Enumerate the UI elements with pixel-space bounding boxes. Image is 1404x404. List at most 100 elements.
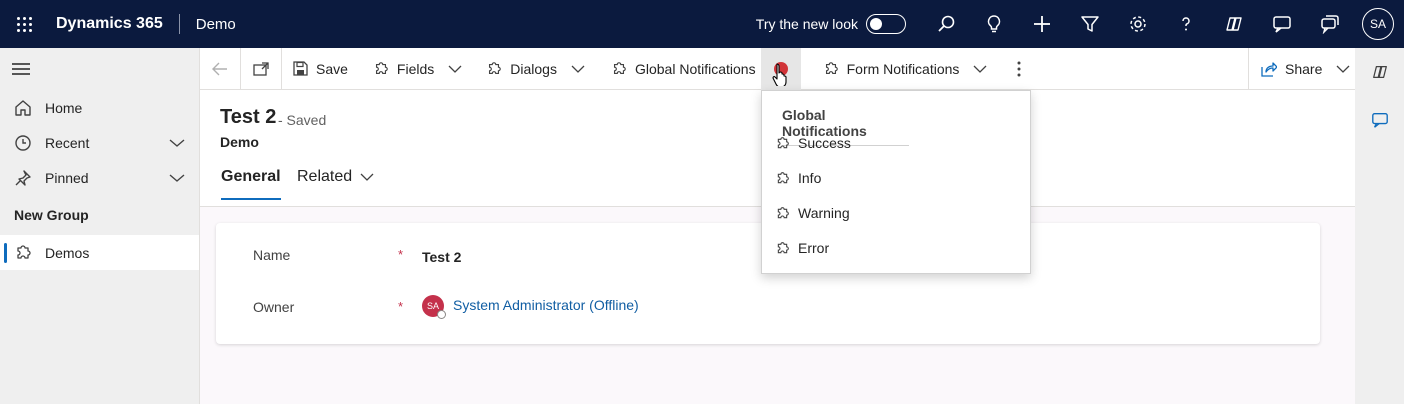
chevron-down-icon (360, 173, 374, 181)
chat-rail-button[interactable] (1355, 96, 1404, 144)
sidebar-item-label: Pinned (45, 169, 89, 186)
sidebar-item-pinned[interactable]: Pinned (0, 160, 199, 195)
menu-item-error[interactable]: Error (775, 236, 829, 260)
chat-icon (1273, 16, 1291, 33)
puzzle-icon (775, 136, 790, 151)
try-new-look-toggle[interactable] (866, 14, 906, 34)
help-button[interactable] (1162, 0, 1210, 48)
required-indicator: * (398, 247, 404, 262)
owner-avatar-initials: SA (426, 301, 439, 311)
dialogs-label: Dialogs (510, 60, 557, 77)
chevron-down-icon[interactable] (448, 65, 462, 73)
chevron-down-icon[interactable] (571, 65, 585, 73)
pin-icon (14, 169, 34, 187)
owner-field-label: Owner (253, 299, 295, 315)
chevron-down-icon[interactable] (169, 170, 185, 186)
name-field-label: Name (253, 247, 291, 263)
tab-related[interactable]: Related (297, 168, 374, 186)
home-icon (14, 99, 34, 117)
dialogs-button[interactable]: Dialogs (470, 48, 593, 90)
open-new-window-icon (253, 61, 269, 76)
environment-name[interactable]: Demo (196, 16, 236, 33)
back-button[interactable] (200, 48, 240, 90)
owner-avatar: SA (422, 295, 446, 319)
teams-chat-icon (1321, 15, 1339, 34)
puzzle-icon (486, 61, 502, 77)
clock-icon (14, 134, 34, 152)
search-icon (938, 15, 955, 32)
teams-chat-button[interactable] (1306, 0, 1354, 48)
copilot-rail-button[interactable] (1355, 48, 1404, 96)
save-button[interactable]: Save (282, 48, 356, 90)
user-avatar[interactable]: SA (1362, 8, 1394, 40)
tab-general[interactable]: General (221, 168, 281, 200)
arrow-left-icon (212, 62, 227, 75)
menu-item-label: Error (798, 240, 830, 256)
global-notifications-menu: Global Notifications Success Info Warnin… (761, 90, 1031, 274)
puzzle-icon (775, 206, 790, 221)
help-icon (1182, 17, 1190, 31)
share-icon (1261, 61, 1277, 77)
title-divider (178, 14, 180, 34)
filter-icon (1081, 16, 1099, 32)
menu-item-label: Warning (798, 205, 850, 221)
global-notifications-label: Global Notifications (634, 60, 756, 77)
chat-icon (1371, 113, 1388, 128)
form-notifications-button[interactable]: Form Notifications (809, 48, 996, 90)
puzzle-icon (14, 244, 34, 262)
waffle-icon (16, 16, 32, 32)
ideas-button[interactable] (970, 0, 1018, 48)
copilot-button[interactable] (1210, 0, 1258, 48)
save-label: Save (316, 60, 348, 77)
copilot-icon (1372, 65, 1387, 79)
app-launcher-button[interactable] (0, 0, 48, 48)
puzzle-icon (611, 61, 627, 77)
settings-button[interactable] (1114, 0, 1162, 48)
chevron-down-icon[interactable] (973, 65, 987, 73)
right-rail (1355, 48, 1404, 404)
required-indicator: * (398, 299, 404, 314)
sidebar-item-label: Recent (45, 134, 90, 151)
filter-button[interactable] (1066, 0, 1114, 48)
menu-item-warning[interactable]: Warning (775, 201, 850, 225)
record-save-status: - Saved (278, 112, 327, 128)
sidebar-item-label: Home (45, 99, 83, 116)
chevron-down-icon[interactable] (1336, 65, 1350, 73)
sidebar-toggle-button[interactable] (0, 48, 199, 90)
top-right-actions: Try the new look SA (756, 0, 1404, 48)
tab-related-label: Related (297, 168, 353, 185)
gear-icon (1130, 16, 1146, 32)
global-notifications-button[interactable]: Global Notifications (593, 48, 764, 90)
sidebar-item-home[interactable]: Home (0, 90, 199, 125)
owner-lookup-link[interactable]: System Administrator (Offline) (453, 297, 639, 313)
save-icon (293, 61, 308, 76)
menu-item-label: Info (798, 170, 822, 186)
lightbulb-icon (987, 15, 1001, 33)
chat-button[interactable] (1258, 0, 1306, 48)
app-name[interactable]: Dynamics 365 (56, 15, 163, 33)
search-button[interactable] (922, 0, 970, 48)
open-in-new-window-button[interactable] (241, 48, 281, 90)
fields-label: Fields (396, 60, 435, 77)
more-vertical-icon (1017, 61, 1021, 76)
top-bar: Dynamics 365 Demo Try the new look SA (0, 0, 1404, 48)
puzzle-icon (775, 171, 790, 186)
share-button[interactable]: Share (1248, 48, 1362, 90)
copilot-icon (1226, 17, 1242, 31)
presence-offline-icon (437, 310, 446, 319)
menu-item-label: Success (798, 135, 851, 151)
menu-item-success[interactable]: Success (775, 131, 851, 155)
fields-button[interactable]: Fields (356, 48, 470, 90)
new-button[interactable] (1018, 0, 1066, 48)
chevron-down-icon[interactable] (169, 135, 185, 151)
menu-item-info[interactable]: Info (775, 166, 821, 190)
plus-icon (1034, 16, 1050, 32)
share-label: Share (1285, 61, 1323, 77)
name-field-value[interactable]: Test 2 (422, 249, 461, 265)
sidebar: Home Recent Pinned New Group Demos (0, 48, 200, 404)
sidebar-item-demos[interactable]: Demos (0, 235, 199, 270)
hand-cursor-icon (772, 63, 787, 86)
record-entity-name: Demo (220, 134, 259, 150)
sidebar-item-recent[interactable]: Recent (0, 125, 199, 160)
more-commands-button[interactable] (995, 48, 1029, 90)
